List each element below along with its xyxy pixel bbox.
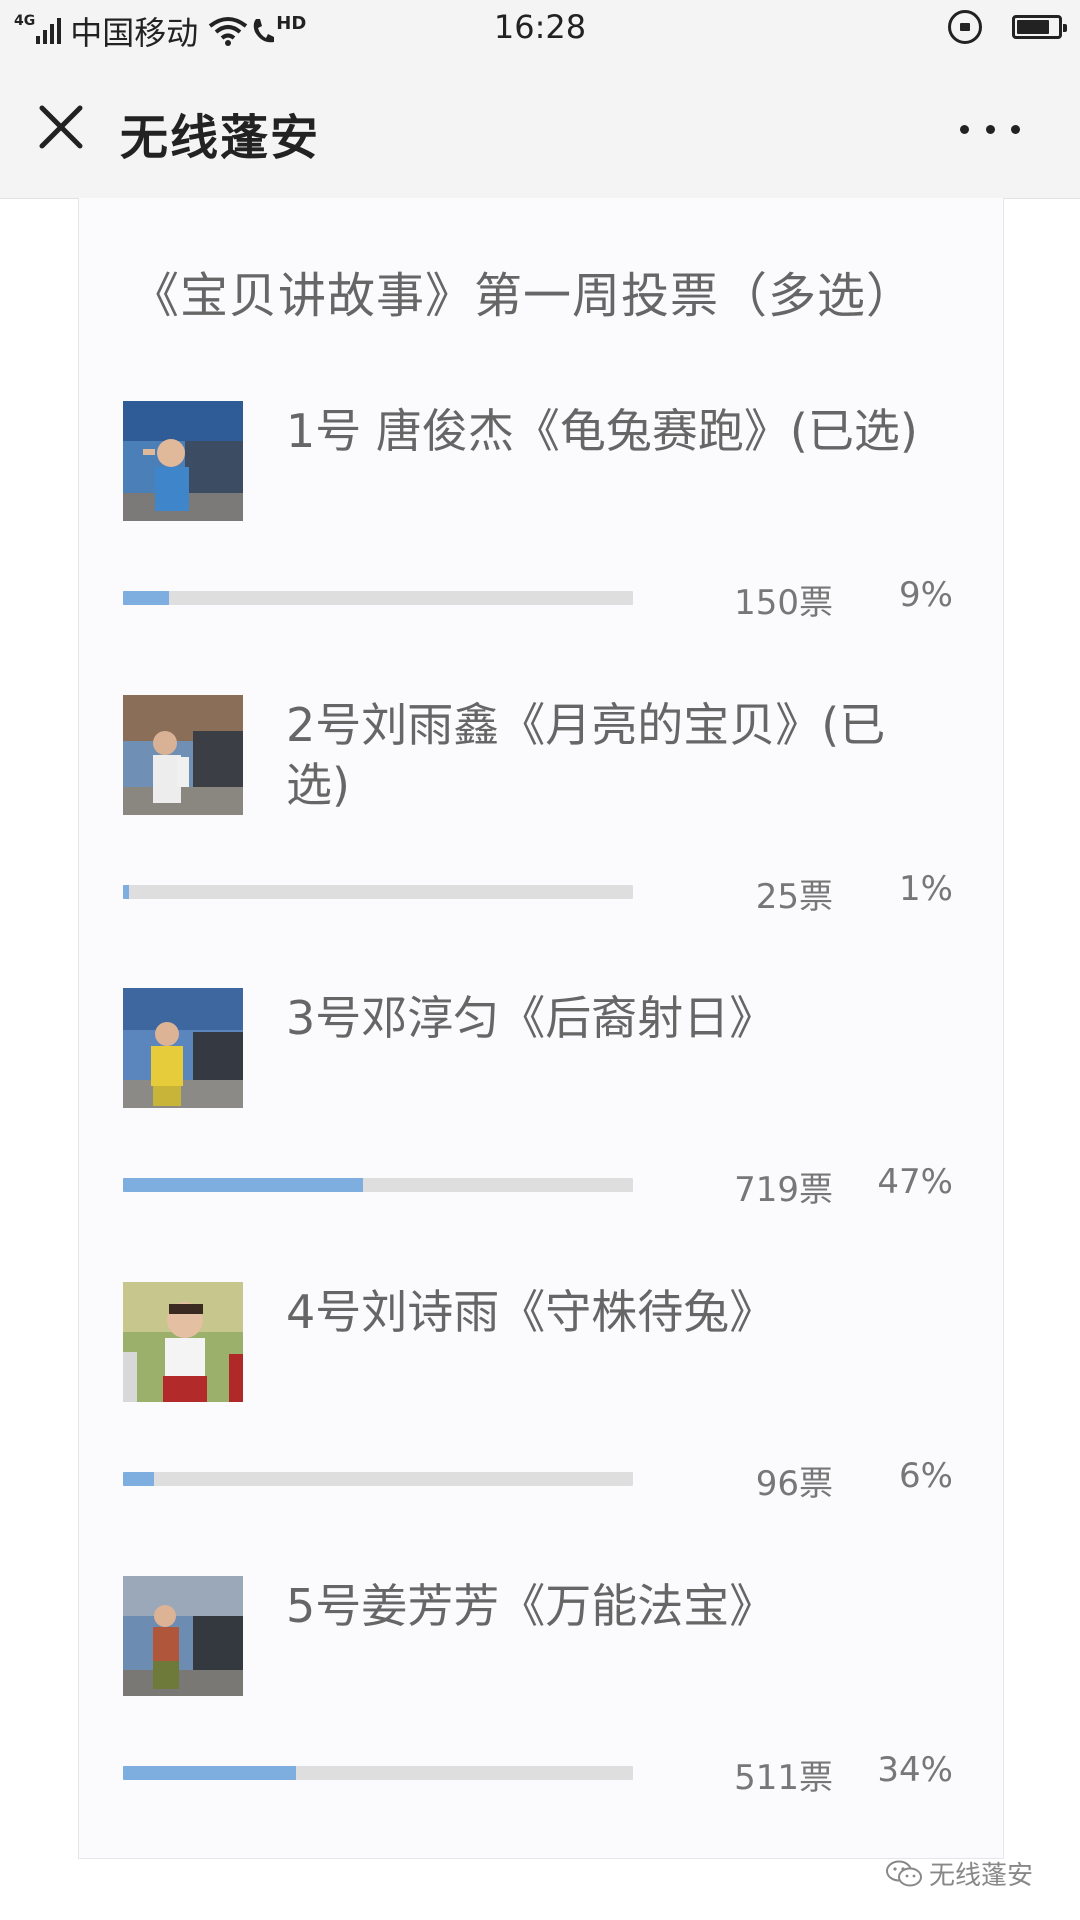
option-label: 1号 唐俊杰《龟兔赛跑》(已选) bbox=[286, 404, 918, 458]
close-icon bbox=[39, 105, 83, 149]
option-percent: 1% bbox=[899, 869, 953, 909]
option-progress-fill bbox=[123, 885, 130, 899]
more-icon-dot bbox=[1011, 124, 1020, 134]
option-progress-fill bbox=[123, 591, 169, 605]
option-progress-bar bbox=[123, 885, 633, 899]
more-icon-dot bbox=[985, 124, 995, 134]
option-progress-fill bbox=[123, 1178, 363, 1192]
poll-option[interactable]: 1号 唐俊杰《龟兔赛跑》(已选) 150票 9% bbox=[123, 401, 963, 661]
watermark: 无线蓬安 bbox=[885, 1855, 1033, 1892]
option-progress-bar bbox=[123, 591, 633, 605]
battery-icon bbox=[1012, 15, 1067, 39]
clock: 16:28 bbox=[493, 8, 587, 46]
option-label: 4号刘诗雨《守株待兔》 bbox=[286, 1285, 776, 1339]
poll-card: 《宝贝讲故事》第一周投票（多选） 1号 唐俊杰《龟兔赛跑》(已选) 150票 9… bbox=[78, 198, 1004, 1859]
option-votes: 25票 bbox=[755, 877, 833, 917]
option-percent: 47% bbox=[877, 1162, 953, 1202]
option-progress-bar bbox=[123, 1766, 633, 1780]
option-thumbnail bbox=[123, 401, 243, 521]
battery-fill bbox=[1017, 20, 1049, 34]
option-progress-bar bbox=[123, 1178, 633, 1192]
page-title: 无线蓬安 bbox=[120, 110, 321, 166]
option-percent: 6% bbox=[899, 1456, 953, 1496]
more-button[interactable] bbox=[960, 114, 1020, 144]
option-votes: 96票 bbox=[755, 1464, 833, 1504]
option-label: 3号邓淳匀《后裔射日》 bbox=[286, 991, 776, 1045]
nav-bar: 无线蓬安 bbox=[0, 56, 1080, 199]
poll-title: 《宝贝讲故事》第一周投票（多选） bbox=[131, 268, 916, 324]
option-thumbnail bbox=[123, 695, 243, 815]
option-label: 5号姜芳芳《万能法宝》 bbox=[286, 1579, 776, 1633]
watermark-text: 无线蓬安 bbox=[929, 1861, 1034, 1891]
poll-option[interactable]: 5号姜芳芳《万能法宝》 511票 34% bbox=[123, 1576, 963, 1836]
poll-option[interactable]: 2号刘雨鑫《月亮的宝贝》(已选) 25票 1% bbox=[123, 695, 963, 955]
option-percent: 34% bbox=[877, 1750, 953, 1790]
option-thumbnail bbox=[123, 988, 243, 1108]
option-progress-fill bbox=[123, 1766, 297, 1780]
poll-option[interactable]: 4号刘诗雨《守株待兔》 96票 6% bbox=[123, 1282, 963, 1542]
option-votes: 150票 bbox=[734, 583, 833, 623]
option-thumbnail bbox=[123, 1282, 243, 1402]
option-progress-bar bbox=[123, 1472, 633, 1486]
wechat-icon bbox=[886, 1860, 922, 1886]
option-votes: 511票 bbox=[734, 1758, 833, 1798]
status-right bbox=[948, 10, 1067, 44]
option-thumbnail bbox=[123, 1576, 243, 1696]
poll-option[interactable]: 3号邓淳匀《后裔射日》 719票 47% bbox=[123, 988, 963, 1248]
option-percent: 9% bbox=[899, 575, 953, 615]
option-label: 2号刘雨鑫《月亮的宝贝》(已选) bbox=[286, 698, 886, 812]
option-votes: 719票 bbox=[734, 1170, 833, 1210]
more-icon-dot bbox=[960, 124, 969, 134]
status-bar: 4G 中国移动 HD 16:28 bbox=[0, 0, 1080, 56]
rotation-lock-icon bbox=[948, 10, 982, 44]
close-button[interactable] bbox=[32, 98, 90, 156]
option-progress-fill bbox=[123, 1472, 154, 1486]
